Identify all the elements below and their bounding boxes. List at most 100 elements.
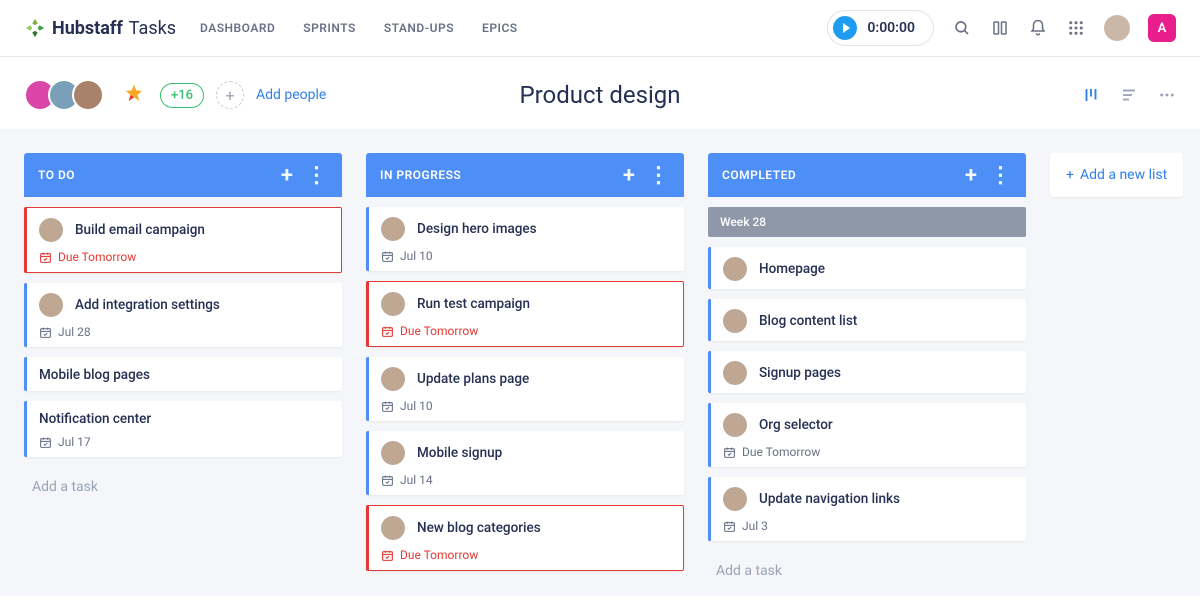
task-card[interactable]: Signup pages [708,351,1026,393]
top-nav: Hubstaff Tasks DASHBOARD SPRINTS STAND-U… [0,0,1200,57]
task-card[interactable]: Build email campaign Due Tomorrow [24,207,342,273]
list-view-icon[interactable] [1120,86,1138,104]
column-body: Week 28 Homepage Blog content list Signup p… [708,197,1026,591]
sidebar-toggle-icon[interactable] [990,18,1010,38]
nav-right: 0:00:00 A [827,10,1176,46]
card-title: Blog content list [759,313,857,329]
task-card[interactable]: Blog content list [708,299,1026,341]
workspace-badge[interactable]: A [1148,14,1176,42]
people-count[interactable]: +16 [160,83,204,108]
assignee-avatar [723,413,747,437]
week-header: Week 28 [708,207,1026,237]
card-title: Add integration settings [75,297,220,313]
card-due: Due Tomorrow [723,445,1014,459]
board-area: TO DO + ⋮ Build email campaign Due Tomorrow A… [0,129,1200,596]
brand-name: Hubstaff [52,18,123,39]
card-title: Notification center [39,411,151,427]
bell-icon[interactable] [1028,18,1048,38]
card-due: Jul 3 [723,519,1014,533]
sub-header: +16 + Add people Product design [0,57,1200,129]
people-section: +16 + Add people [24,79,326,111]
column-title: TO DO [38,168,75,182]
plus-icon: + [1066,167,1074,183]
task-card[interactable]: Run test campaign Due Tomorrow [366,281,684,347]
task-card[interactable]: Design hero imagesJul 10 [366,207,684,271]
column-menu-icon[interactable]: ⋮ [990,163,1013,188]
assignee-avatar [39,293,63,317]
card-due: Due Tomorrow [39,250,329,264]
assignee-avatar [723,487,747,511]
assignee-avatar [381,292,405,316]
assignee-avatar [39,218,63,242]
nav-sprints[interactable]: SPRINTS [303,21,356,35]
card-title: New blog categories [417,520,541,536]
board-view-icon[interactable] [1082,86,1100,104]
add-card-icon[interactable]: + [281,163,294,188]
nav-standups[interactable]: STAND-UPS [384,21,454,35]
task-card[interactable]: Org selectorDue Tomorrow [708,403,1026,467]
column-body: Design hero imagesJul 10 Run test campaig… [366,197,684,571]
card-due: Jul 10 [381,249,672,263]
card-title: Run test campaign [417,296,530,312]
more-menu-icon[interactable] [1158,86,1176,104]
assignee-avatar [381,516,405,540]
column-menu-icon[interactable]: ⋮ [648,163,671,188]
card-title: Mobile blog pages [39,367,150,383]
column-header: IN PROGRESS + ⋮ [366,153,684,197]
avatar[interactable] [72,79,104,111]
card-title: Signup pages [759,365,841,381]
timer: 0:00:00 [827,10,934,46]
assignee-avatar [381,217,405,241]
add-task-input[interactable]: Add a task [708,551,1026,591]
add-people-link[interactable]: Add people [256,87,326,103]
column-header: TO DO + ⋮ [24,153,342,197]
task-card[interactable]: Update navigation linksJul 3 [708,477,1026,541]
view-controls [1082,86,1176,104]
search-icon[interactable] [952,18,972,38]
task-card[interactable]: Notification center Jul 17 [24,401,342,457]
add-list-button[interactable]: +Add a new list [1050,153,1183,197]
card-due: Due Tomorrow [381,548,671,562]
column: TO DO + ⋮ Build email campaign Due Tomorrow A… [24,153,342,596]
column-menu-icon[interactable]: ⋮ [306,163,329,188]
column-header: COMPLETED + ⋮ [708,153,1026,197]
task-card[interactable]: New blog categories Due Tomorrow [366,505,684,571]
hubstaff-logo-icon [24,17,46,39]
timer-value: 0:00:00 [867,20,915,36]
task-card[interactable]: Mobile blog pages [24,357,342,391]
people-avatars[interactable] [24,79,104,111]
card-title: Build email campaign [75,222,205,238]
logo[interactable]: Hubstaff Tasks [24,17,176,39]
assignee-avatar [381,441,405,465]
card-due: Jul 17 [39,435,330,449]
column-body: Build email campaign Due Tomorrow Add inte… [24,197,342,507]
nav-dashboard[interactable]: DASHBOARD [200,21,275,35]
user-avatar[interactable] [1104,15,1130,41]
add-person-icon[interactable]: + [216,81,244,109]
add-card-icon[interactable]: + [965,163,978,188]
apps-grid-icon[interactable] [1066,18,1086,38]
board-title: Product design [519,81,680,109]
task-card[interactable]: Add integration settings Jul 28 [24,283,342,347]
card-due: Jul 10 [381,399,672,413]
add-task-input[interactable]: Add a task [24,467,342,507]
task-card[interactable]: Update plans page Jul 10 [366,357,684,421]
column: IN PROGRESS + ⋮ Design hero imagesJul 10 Run… [366,153,684,596]
column-title: IN PROGRESS [380,168,461,182]
assignee-avatar [723,257,747,281]
play-button[interactable] [833,16,857,40]
brand-sub: Tasks [129,18,176,39]
column-title: COMPLETED [722,168,796,182]
star-icon [120,81,148,109]
card-due: Due Tomorrow [381,324,671,338]
task-card[interactable]: Mobile signupJul 14 [366,431,684,495]
nav-epics[interactable]: EPICS [482,21,518,35]
card-title: Update plans page [417,371,529,387]
add-card-icon[interactable]: + [623,163,636,188]
assignee-avatar [723,309,747,333]
column: COMPLETED + ⋮ Week 28 Homepage Blog content l… [708,153,1026,596]
card-due: Jul 28 [39,325,330,339]
card-title: Homepage [759,261,825,277]
card-title: Mobile signup [417,445,502,461]
task-card[interactable]: Homepage [708,247,1026,289]
